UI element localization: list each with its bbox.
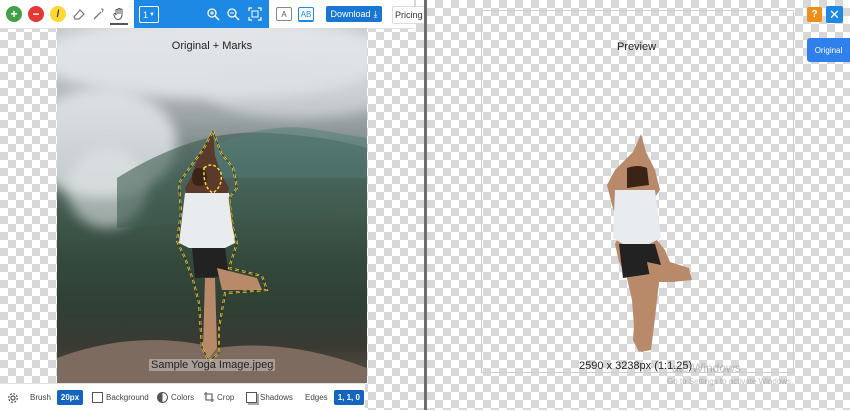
image-file-name: Sample Yoga Image.jpeg xyxy=(149,359,276,371)
view-original-icon[interactable]: A xyxy=(276,7,292,21)
chevron-down-icon: ▼ xyxy=(149,11,155,18)
eraser-icon[interactable] xyxy=(70,5,88,23)
add-marker-icon[interactable]: + xyxy=(6,6,22,22)
brush-size-control[interactable]: Brush 20px xyxy=(30,384,84,411)
colors-icon xyxy=(157,392,168,403)
original-toggle-button[interactable]: Original xyxy=(807,38,850,62)
help-button[interactable]: ? xyxy=(807,7,822,22)
download-button[interactable]: Download ⤓ xyxy=(326,6,382,22)
magic-wand-icon[interactable] xyxy=(90,5,108,23)
editor-pane: + − / 1 ▼ A AB Download ⤓ Pricing Origin… xyxy=(0,0,436,411)
brush-size-badge[interactable]: 20px xyxy=(56,390,84,405)
zoom-out-icon[interactable] xyxy=(224,5,242,23)
original-panel-title: Original + Marks xyxy=(171,40,253,52)
shadows-button[interactable]: Shadows xyxy=(246,384,293,411)
shadows-icon xyxy=(246,392,257,403)
zoom-in-icon[interactable] xyxy=(204,5,222,23)
windows-watermark-sub: Go to Settings to activate Windows. xyxy=(667,377,794,386)
crop-icon xyxy=(204,391,214,404)
background-icon xyxy=(92,392,103,403)
preview-cutout-image xyxy=(607,134,692,352)
windows-watermark: ate Windows xyxy=(672,361,741,375)
colors-button[interactable]: Colors xyxy=(157,384,194,411)
original-image-canvas[interactable]: Original + Marks Sample Yoga Image.jpeg xyxy=(57,28,367,383)
preview-panel-title: Preview xyxy=(616,41,657,53)
edges-badge[interactable]: 1, 1, 0 xyxy=(333,390,364,405)
preview-pane: Preview 2590 x 3238px (1:1.25) ate Windo… xyxy=(427,0,850,410)
editor-toolbar: + − / 1 ▼ A AB Download ⤓ Pricing xyxy=(0,0,436,29)
subject-with-marks xyxy=(57,127,367,383)
crop-button[interactable]: Crop xyxy=(204,384,234,411)
brush-size-select[interactable]: 1 ▼ xyxy=(139,6,159,23)
settings-bar: Brush 20px Background Colors Crop Shadow… xyxy=(0,383,365,411)
view-controls: 1 ▼ xyxy=(134,0,269,28)
hand-pan-icon[interactable] xyxy=(110,5,128,25)
download-icon: ⤓ xyxy=(373,8,378,19)
view-split-icon[interactable]: AB xyxy=(298,7,314,22)
fit-screen-icon[interactable] xyxy=(246,5,264,23)
close-button[interactable]: ✕ xyxy=(826,6,843,23)
edges-control[interactable]: Edges 1, 1, 0 xyxy=(305,384,364,411)
settings-gear-icon[interactable] xyxy=(7,384,19,411)
brush-marker-icon[interactable]: / xyxy=(50,6,66,22)
background-button[interactable]: Background xyxy=(92,384,149,411)
remove-marker-icon[interactable]: − xyxy=(28,6,44,22)
